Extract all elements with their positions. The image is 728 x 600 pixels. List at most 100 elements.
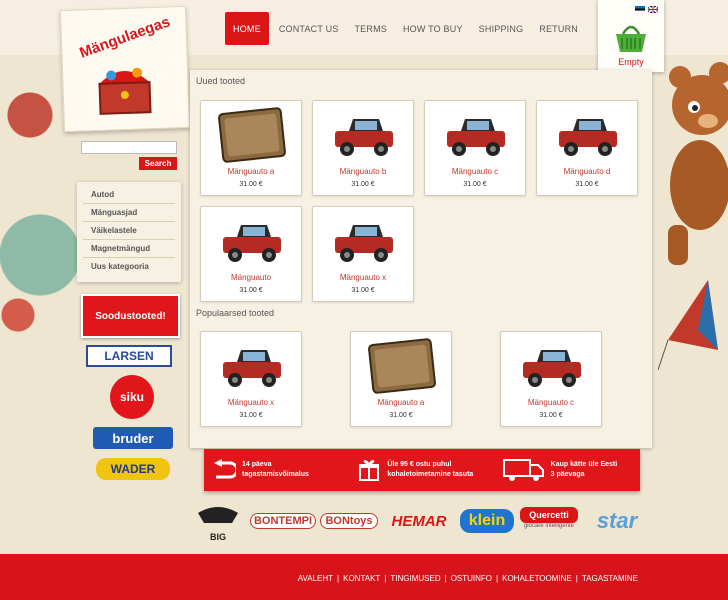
product-price: 31.00 € — [239, 412, 263, 419]
bull-icon — [198, 507, 238, 523]
product-name[interactable]: Mänguauto c — [501, 398, 601, 407]
brand-logo-big[interactable]: BIG — [194, 505, 242, 542]
nav-return[interactable]: RETURN — [531, 12, 586, 45]
nav-shipping[interactable]: SHIPPING — [471, 12, 532, 45]
brand-tagline-quercetti: giocare intelligente — [523, 523, 575, 529]
footer-link-avaleht[interactable]: AVALEHT — [294, 574, 337, 583]
main-navigation: HOME CONTACT US TERMS HOW TO BUY SHIPPIN… — [225, 12, 586, 45]
product-price: 31.00 € — [351, 181, 375, 188]
cart-status: Empty — [618, 57, 644, 67]
brand-logo-quercetti[interactable]: Quercetti giocare intelligente — [520, 507, 578, 537]
benefit-returns-line1: 14 päeva — [242, 461, 272, 468]
product-name[interactable]: Mänguauto — [201, 273, 301, 282]
product-image-red-jeep — [335, 225, 393, 262]
product-name[interactable]: Mänguauto a — [201, 167, 301, 176]
brand-strip: BIG BONTEMPI BONtoys HEMAR klein Quercet… — [190, 503, 652, 542]
product-price: 31.00 € — [539, 412, 563, 419]
return-arrow-icon — [214, 459, 236, 479]
brand-logo-klein[interactable]: klein — [460, 509, 514, 533]
product-card[interactable]: Mänguauto b 31.00 € — [312, 100, 414, 196]
category-item-magnetmangud[interactable]: Magnetmängud — [83, 240, 175, 258]
product-name[interactable]: Mänguauto x — [313, 273, 413, 282]
footer-links: AVALEHT | KONTAKT | TINGIMUSED | OSTUINFO | … — [294, 574, 642, 583]
product-image-red-jeep — [559, 119, 617, 156]
product-name[interactable]: Mänguauto b — [313, 167, 413, 176]
site-logo[interactable]: Mängulaegas — [59, 5, 191, 133]
benefit-delivery: Kaup kätte üle Eesti 3 päevaga — [495, 458, 640, 482]
product-name[interactable]: Mänguauto a — [351, 398, 451, 407]
product-card[interactable]: Mänguauto a 31.00 € — [350, 331, 452, 427]
benefits-banner: 14 päeva tagastamisvõimalus Üle 95 € ostu… — [204, 449, 640, 491]
category-item-autod[interactable]: Autod — [83, 186, 175, 204]
product-image-red-jeep — [223, 350, 281, 387]
product-name[interactable]: Mänguauto c — [425, 167, 525, 176]
footer-link-tingimused[interactable]: TINGIMUSED — [386, 574, 444, 583]
category-item-manguasjad[interactable]: Mänguasjad — [83, 204, 175, 222]
nav-home[interactable]: HOME — [225, 12, 269, 45]
brand-logo-bontempi[interactable]: BONTEMPI — [250, 513, 316, 529]
product-card[interactable]: Mänguauto a 31.00 € — [200, 100, 302, 196]
larsen-logo[interactable]: LARSEN — [86, 345, 172, 367]
product-price: 31.00 € — [351, 287, 375, 294]
product-card[interactable]: Mänguauto d 31.00 € — [536, 100, 638, 196]
brand-label-big: BIG — [209, 532, 226, 542]
language-switcher — [635, 6, 658, 13]
basket-icon — [616, 25, 646, 52]
nav-contact-us[interactable]: CONTACT US — [271, 12, 347, 45]
footer-link-tagastamine[interactable]: TAGASTAMINE — [578, 574, 642, 583]
product-name[interactable]: Mänguauto x — [201, 398, 301, 407]
brand-label-quercetti: Quercetti — [520, 507, 578, 523]
product-price: 31.00 € — [575, 181, 599, 188]
popular-products-heading: Populaarsed tooted — [196, 308, 275, 318]
product-price: 31.00 € — [239, 181, 263, 188]
product-name[interactable]: Mänguauto d — [537, 167, 637, 176]
logo-text: Mängulaegas — [77, 13, 173, 62]
benefit-delivery-line2: 3 päevaga — [550, 471, 585, 478]
brand-logo-star[interactable]: star — [584, 507, 650, 535]
search-input[interactable] — [81, 141, 177, 154]
truck-icon — [502, 459, 544, 481]
product-card[interactable]: Mänguauto 31.00 € — [200, 206, 302, 302]
product-card[interactable]: Mänguauto x 31.00 € — [312, 206, 414, 302]
siku-logo[interactable]: siku — [110, 375, 154, 419]
english-flag-icon[interactable] — [648, 6, 658, 13]
category-menu: Autod Mänguasjad Väikelastele Magnetmäng… — [77, 182, 181, 282]
footer-link-ostuinfo[interactable]: OSTUINFO — [447, 574, 496, 583]
toy-chest-icon — [98, 67, 152, 115]
brand-logo-bontoys[interactable]: BONtoys — [320, 513, 378, 529]
product-card[interactable]: Mänguauto c 31.00 € — [424, 100, 526, 196]
bruder-logo[interactable]: bruder — [93, 427, 173, 449]
category-item-uus-kategooria[interactable]: Uus kategooria — [83, 258, 175, 276]
kite-decoration — [658, 280, 718, 370]
product-card[interactable]: Mänguauto x 31.00 € — [200, 331, 302, 427]
wader-logo[interactable]: WADER — [96, 458, 170, 480]
product-image-jeans-sign — [368, 338, 436, 394]
product-image-red-jeep — [523, 350, 581, 387]
product-image-red-jeep — [335, 119, 393, 156]
footer-link-kohaletoomine[interactable]: KOHALETOOMINE — [498, 574, 576, 583]
benefit-delivery-line1: Kaup kätte üle Eesti — [550, 461, 618, 468]
sale-banner[interactable]: Soodustooted! — [81, 294, 180, 338]
search-button[interactable]: Search — [139, 157, 177, 170]
nav-terms[interactable]: TERMS — [346, 12, 395, 45]
product-price: 31.00 € — [463, 181, 487, 188]
benefit-free-shipping-line2: kohaletoimetamine tasuta — [387, 471, 474, 478]
estonian-flag-icon[interactable] — [635, 6, 645, 13]
product-card[interactable]: Mänguauto c 31.00 € — [500, 331, 602, 427]
new-products-heading: Uued tooted — [196, 76, 246, 86]
benefit-free-shipping: Üle 95 € ostu puhul kohaletoimetamine tas… — [349, 458, 494, 482]
product-image-red-jeep — [223, 225, 281, 262]
nav-how-to-buy[interactable]: HOW TO BUY — [395, 12, 471, 45]
benefit-free-shipping-line1: Üle 95 € ostu puhul — [387, 461, 452, 468]
shopping-cart-widget[interactable]: Empty — [598, 0, 664, 72]
footer-link-kontakt[interactable]: KONTAKT — [339, 574, 384, 583]
brand-logo-hemar[interactable]: HEMAR — [386, 511, 452, 531]
category-item-vaikelastele[interactable]: Väikelastele — [83, 222, 175, 240]
footer: AVALEHT | KONTAKT | TINGIMUSED | OSTUINFO | … — [0, 554, 728, 600]
product-price: 31.00 € — [239, 287, 263, 294]
product-image-red-jeep — [447, 119, 505, 156]
product-image-jeans-sign — [218, 107, 286, 163]
product-price: 31.00 € — [389, 412, 413, 419]
gift-icon — [359, 460, 380, 481]
benefit-returns: 14 päeva tagastamisvõimalus — [204, 459, 349, 481]
